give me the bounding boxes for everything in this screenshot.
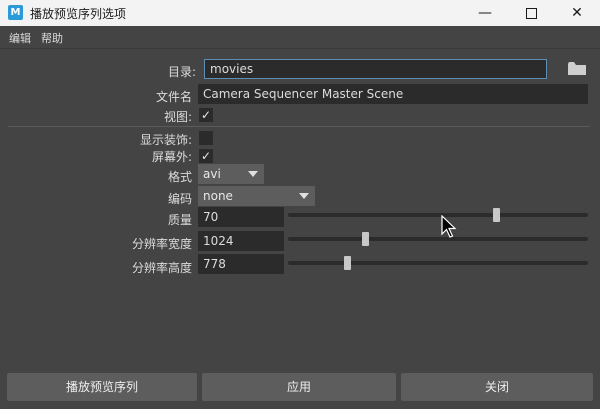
directory-label: 目录: (167, 65, 196, 79)
quality-label: 质量 (167, 213, 192, 227)
close-icon: ✕ (571, 5, 583, 21)
resolution-width-slider-handle[interactable] (362, 232, 369, 246)
resolution-width-slider-track[interactable] (288, 237, 588, 241)
window-title: 播放预览序列选项 (30, 7, 127, 21)
menu-bar: 编辑 帮助 (0, 26, 600, 49)
close-window-button[interactable]: ✕ (554, 0, 600, 26)
menu-help[interactable]: 帮助 (41, 30, 63, 46)
maximize-button[interactable] (508, 0, 554, 26)
format-dropdown[interactable]: avi (198, 164, 264, 184)
section-divider (8, 126, 590, 127)
resolution-height-slider-handle[interactable] (344, 256, 351, 270)
quality-field[interactable]: 70 (198, 207, 284, 227)
minimize-button[interactable]: — (462, 0, 508, 26)
chevron-down-icon (299, 193, 309, 199)
view-label: 视图: (163, 110, 192, 124)
resolution-width-field[interactable]: 1024 (198, 231, 284, 251)
offscreen-label: 屏幕外: (151, 150, 192, 164)
title-bar: M 播放预览序列选项 — ✕ (0, 0, 600, 26)
resolution-width-label: 分辨率宽度 (131, 237, 192, 251)
resolution-height-label: 分辨率高度 (131, 261, 192, 275)
encoding-label: 编码 (167, 192, 192, 206)
resolution-height-field[interactable]: 778 (198, 254, 284, 274)
resolution-height-slider-track[interactable] (288, 261, 588, 265)
format-value: avi (203, 167, 221, 181)
offscreen-checkbox[interactable]: ✓ (199, 149, 213, 163)
show-ornaments-label: 显示装饰: (139, 133, 192, 147)
maximize-icon (525, 7, 537, 19)
chevron-down-icon (248, 171, 258, 177)
quality-slider-track[interactable] (288, 213, 588, 217)
play-preview-sequence-button[interactable]: 播放预览序列 (7, 373, 197, 401)
show-ornaments-checkbox[interactable] (199, 131, 213, 145)
encoding-value: none (203, 189, 233, 203)
folder-icon[interactable] (568, 62, 586, 75)
encoding-dropdown[interactable]: none (198, 186, 315, 206)
format-label: 格式 (167, 170, 192, 184)
mouse-cursor-icon (441, 215, 457, 238)
apply-button[interactable]: 应用 (202, 373, 396, 401)
minimize-icon: — (478, 5, 492, 21)
menu-edit[interactable]: 编辑 (9, 30, 31, 46)
filename-label: 文件名 (155, 90, 192, 104)
directory-field[interactable]: movies (204, 59, 547, 79)
quality-slider-handle[interactable] (493, 208, 500, 222)
close-button[interactable]: 关闭 (401, 373, 593, 401)
filename-field[interactable]: Camera Sequencer Master Scene (198, 84, 588, 104)
maya-app-icon: M (8, 5, 23, 20)
view-checkbox[interactable]: ✓ (199, 108, 213, 122)
